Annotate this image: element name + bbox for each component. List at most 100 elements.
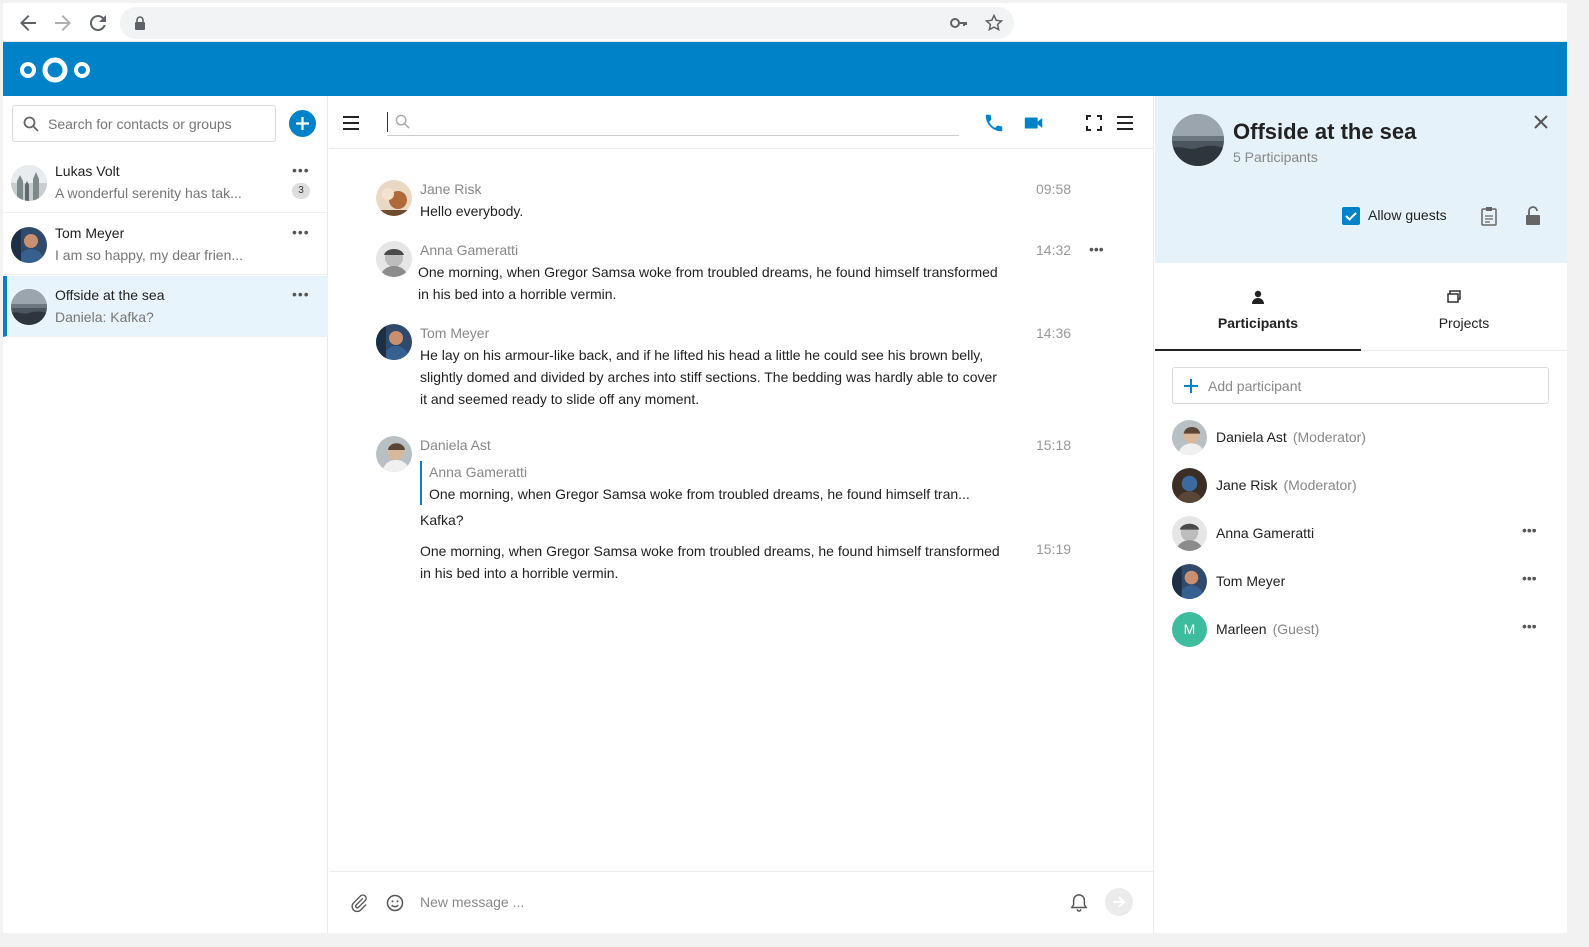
quote-text: One morning, when Gregor Samsa woke from… <box>429 486 970 502</box>
participant-name-text: Marleen <box>1216 621 1267 637</box>
message-time: 14:32 <box>1036 242 1072 258</box>
video-icon[interactable] <box>1023 112 1045 134</box>
participant-item[interactable]: Anna Gameratti ••• <box>1172 514 1552 554</box>
conversation-item-active[interactable]: Offside at the sea Daniela: Kafka? ••• <box>3 276 328 337</box>
add-participant-placeholder: Add participant <box>1208 378 1302 394</box>
menu-icon[interactable] <box>1114 112 1136 134</box>
participant-count: 5 Participants <box>1233 149 1318 165</box>
projects-icon <box>1446 289 1462 310</box>
more-icon[interactable]: ••• <box>292 286 310 302</box>
avatar <box>376 180 412 216</box>
browser-toolbar <box>3 3 1567 42</box>
search-icon <box>395 114 410 134</box>
conversation-last-message: Daniela: Kafka? <box>55 309 154 325</box>
message-text-line: it and seemed ready to slide off any mom… <box>420 391 700 407</box>
message-author: Jane Risk <box>420 181 482 197</box>
message-author: Tom Meyer <box>420 325 490 341</box>
participant-role: (Moderator) <box>1292 429 1366 445</box>
emoji-icon[interactable] <box>385 893 405 918</box>
phone-icon[interactable] <box>983 112 1005 134</box>
participant-item[interactable]: Daniela Ast (Moderator) <box>1172 418 1552 458</box>
more-icon[interactable]: ••• <box>1522 618 1537 634</box>
conversation-last-message: A wonderful serenity has tak... <box>55 185 242 201</box>
participant-name: Anna Gameratti <box>1216 525 1315 541</box>
add-participant-input[interactable]: Add participant <box>1172 367 1549 404</box>
menu-icon[interactable] <box>340 112 362 134</box>
contacts-search-input[interactable]: Search for contacts or groups <box>12 105 276 142</box>
conversation-avatar <box>1172 114 1224 166</box>
more-icon[interactable]: ••• <box>1522 522 1537 538</box>
lock-open-icon[interactable] <box>1525 206 1541 231</box>
quote-author: Anna Gameratti <box>429 464 528 480</box>
participant-item[interactable]: Jane Risk (Moderator) <box>1172 466 1552 506</box>
attachment-icon[interactable] <box>349 893 369 918</box>
more-icon[interactable]: ••• <box>292 224 310 240</box>
reload-icon[interactable] <box>86 11 110 35</box>
participant-item[interactable]: Tom Meyer ••• <box>1172 562 1552 602</box>
chat-toolbar <box>329 96 1154 149</box>
more-icon[interactable]: ••• <box>1522 570 1537 586</box>
tab-projects[interactable]: Projects <box>1361 263 1567 351</box>
message-text-line: slightly domed and divided by arches int… <box>420 369 997 385</box>
avatar <box>1172 468 1207 503</box>
conversation-name: Lukas Volt <box>55 163 120 179</box>
clipboard-icon[interactable] <box>1480 206 1498 231</box>
new-conversation-button[interactable] <box>289 110 316 137</box>
participant-name: Jane Risk (Moderator) <box>1216 477 1357 493</box>
participant-name: Daniela Ast (Moderator) <box>1216 429 1366 445</box>
more-icon[interactable]: ••• <box>1089 241 1104 257</box>
participant-name: Marleen (Guest) <box>1216 621 1319 637</box>
allow-guests-label[interactable]: Allow guests <box>1368 207 1447 223</box>
participants-icon <box>1250 289 1266 310</box>
message-text: Hello everybody. <box>420 203 524 219</box>
star-icon[interactable] <box>984 13 1004 38</box>
avatar <box>1172 516 1207 551</box>
message-search-input[interactable] <box>387 108 959 136</box>
message-input[interactable]: New message ... <box>420 894 524 910</box>
plus-icon <box>296 117 309 130</box>
send-icon <box>1113 896 1126 908</box>
participant-item[interactable]: M Marleen (Guest) ••• <box>1172 610 1552 650</box>
avatar <box>376 241 412 277</box>
avatar <box>11 165 47 201</box>
back-icon[interactable] <box>16 11 40 35</box>
send-button[interactable] <box>1105 888 1133 916</box>
search-placeholder: Search for contacts or groups <box>48 116 232 132</box>
address-bar[interactable] <box>120 7 1014 39</box>
chat-panel: Jane Risk Hello everybody. 09:58 Anna Ga… <box>329 96 1154 933</box>
close-icon[interactable] <box>1531 112 1551 132</box>
message-author: Daniela Ast <box>420 437 491 453</box>
message-text-line: One morning, when Gregor Samsa woke from… <box>418 264 998 280</box>
avatar <box>1172 420 1207 455</box>
details-header: Offside at the sea 5 Participants Allow … <box>1155 96 1567 263</box>
key-icon[interactable] <box>950 15 968 36</box>
participant-name-text: Jane Risk <box>1216 477 1278 493</box>
search-icon <box>23 116 39 137</box>
bell-icon[interactable] <box>1070 893 1088 918</box>
avatar-initial: M <box>1172 612 1207 647</box>
conversation-item[interactable]: Lukas Volt A wonderful serenity has tak.… <box>3 152 328 213</box>
more-icon[interactable]: ••• <box>292 162 310 178</box>
tab-label: Projects <box>1438 315 1490 331</box>
allow-guests-checkbox[interactable] <box>1342 207 1360 225</box>
conversation-name: Offside at the sea <box>55 287 165 303</box>
app-window: Search for contacts or groups Lukas Volt… <box>3 3 1567 933</box>
conversation-name: Tom Meyer <box>55 225 125 241</box>
conversation-title[interactable]: Offside at the sea <box>1233 119 1416 145</box>
forward-icon[interactable] <box>51 11 75 35</box>
conversation-list-panel: Search for contacts or groups Lukas Volt… <box>3 96 328 933</box>
participant-name-text: Daniela Ast <box>1216 429 1287 445</box>
conversation-details-panel: Offside at the sea 5 Participants Allow … <box>1155 96 1567 933</box>
fullscreen-icon[interactable] <box>1083 112 1105 134</box>
message-text: Kafka? <box>420 512 464 528</box>
message-text-line: in his bed into a horrible vermin. <box>418 286 617 302</box>
tab-participants[interactable]: Participants <box>1155 263 1361 351</box>
quoted-message[interactable]: Anna Gameratti One morning, when Gregor … <box>420 461 970 505</box>
unread-badge: 3 <box>292 183 310 199</box>
nextcloud-logo[interactable] <box>19 54 91 91</box>
avatar: M <box>1172 612 1207 647</box>
plus-icon <box>1183 378 1199 399</box>
conversation-item[interactable]: Tom Meyer I am so happy, my dear frien..… <box>3 214 328 275</box>
message-author: Anna Gameratti <box>420 242 519 258</box>
message-time: 14:36 <box>1036 325 1072 341</box>
